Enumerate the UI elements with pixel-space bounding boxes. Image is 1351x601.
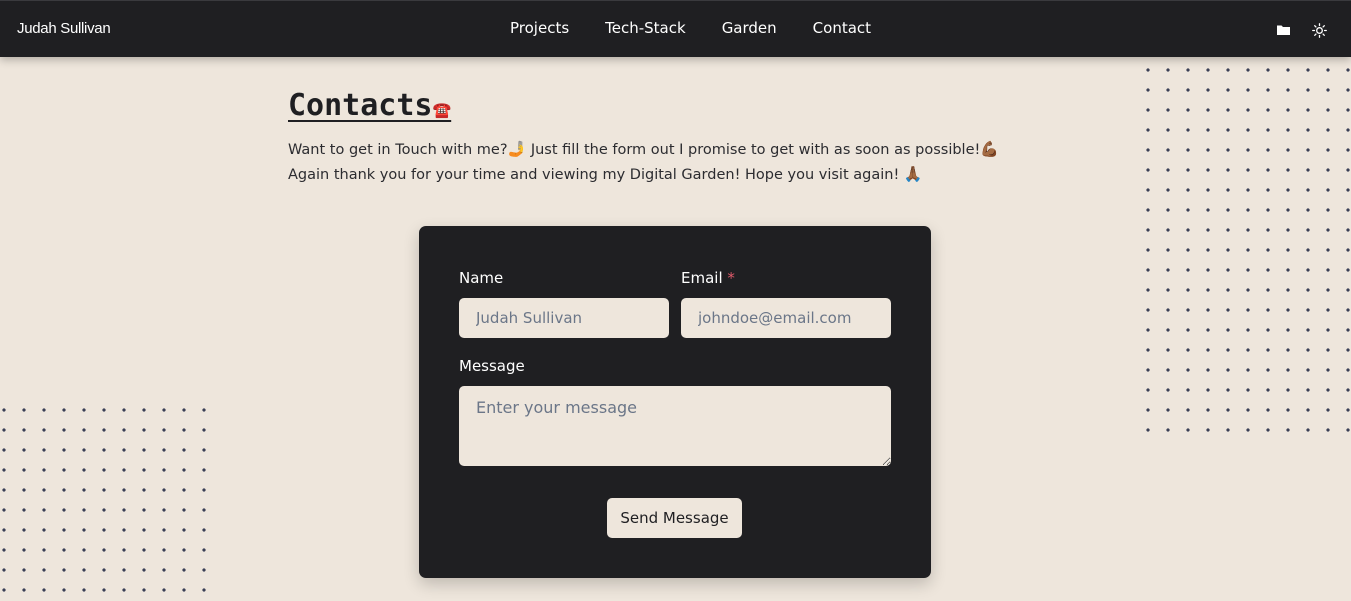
nav-icons [1273,20,1329,40]
nav-link-projects[interactable]: Projects [510,19,569,37]
name-input[interactable] [459,298,669,338]
email-input[interactable] [681,298,891,338]
top-navbar: Judah Sullivan Projects Tech-Stack Garde… [0,0,1351,57]
brand-name[interactable]: Judah Sullivan [17,20,111,37]
dot-pattern-right [1138,60,1351,440]
page-title: Contacts☎️ [288,88,451,123]
intro-text: Want to get in Touch with me?🤳 Just fill… [288,137,1068,187]
email-label: Email * [681,269,735,287]
telephone-icon: ☎️ [432,101,452,119]
intro-line-2: Again thank you for your time and viewin… [288,167,900,183]
nav-links: Projects Tech-Stack Garden Contact [510,19,907,37]
nav-link-garden[interactable]: Garden [722,19,777,37]
intro-line-1: Want to get in Touch with me? [288,142,508,158]
page-title-text: Contacts [288,88,433,123]
required-mark: * [727,269,735,287]
contact-form: Name Email * Message Send Message [419,226,931,578]
message-label: Message [459,357,525,375]
name-label: Name [459,269,504,287]
sun-icon[interactable] [1309,20,1329,40]
selfie-icon: 🤳 [507,140,527,158]
nav-link-tech-stack[interactable]: Tech-Stack [605,19,686,37]
folder-icon[interactable] [1273,20,1293,40]
flexed-arm-icon: 💪🏾 [980,140,999,158]
intro-line-1b: Just fill the form out I promise to get … [526,142,981,158]
email-label-text: Email [681,269,723,287]
dot-pattern-left [0,400,210,601]
contact-intro: Contacts☎️ Want to get in Touch with me?… [288,88,1068,187]
praying-hands-icon: 🙏🏾 [903,165,923,183]
message-textarea[interactable] [459,386,891,466]
send-message-button[interactable]: Send Message [607,498,742,538]
nav-link-contact[interactable]: Contact [813,19,871,37]
